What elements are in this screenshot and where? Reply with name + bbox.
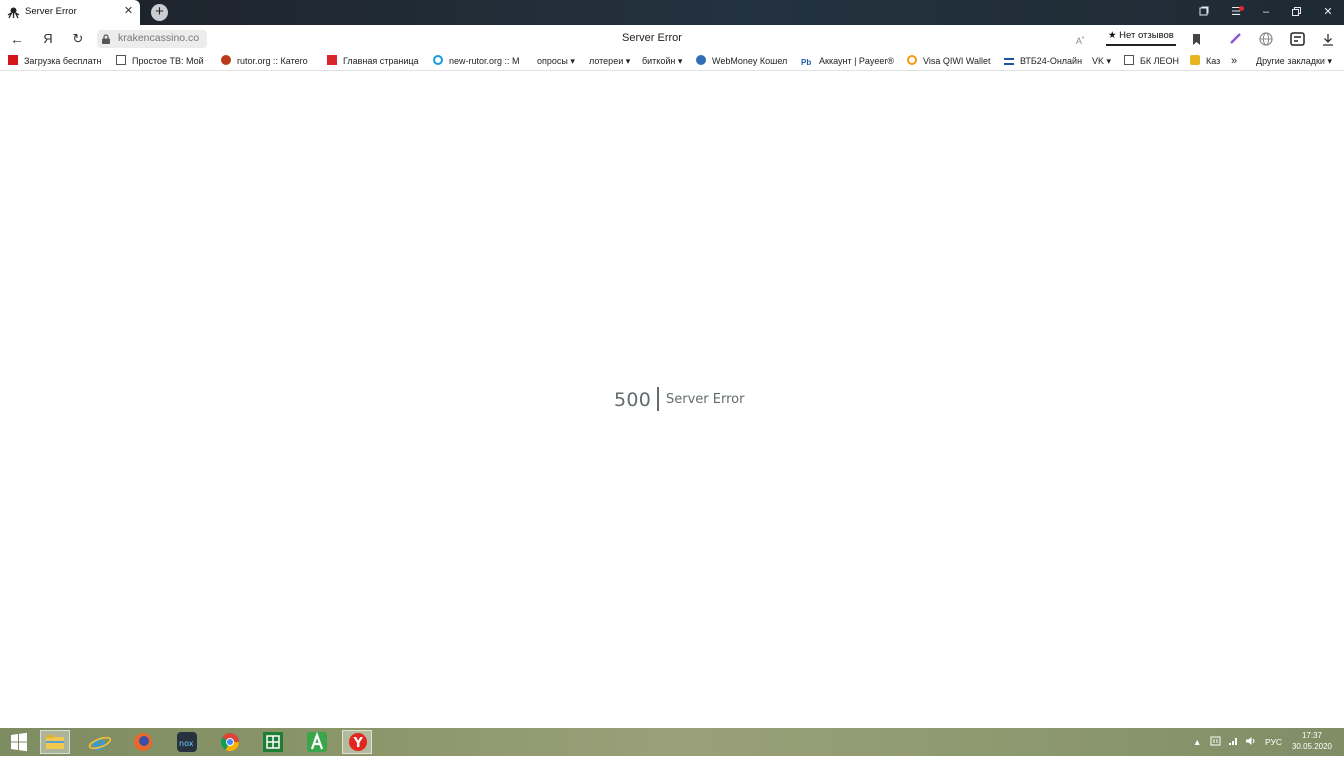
internet-explorer-icon[interactable]: e (85, 730, 115, 755)
bookmark-label: new-rutor.org :: М (449, 56, 520, 66)
tab-active[interactable]: Server Error ✕ (0, 0, 140, 25)
bookmark-folder-lotteries[interactable]: лотереи ▾ (589, 53, 633, 70)
clock[interactable]: 17:37 30.05.2020 (1290, 730, 1334, 752)
notification-dot (1239, 6, 1244, 11)
error-message: Server Error (666, 392, 745, 407)
payeer-icon: Pb (801, 58, 812, 67)
chrome-icon[interactable] (215, 730, 245, 754)
nox-icon[interactable]: nox (172, 730, 202, 754)
bookmark-label: WebMoney Кошел (712, 56, 788, 66)
adobe-icon (8, 55, 18, 65)
bookmark-label: Каз (1206, 56, 1221, 66)
bookmark-label: Загрузка бесплатн (24, 56, 102, 66)
excel-icon[interactable] (258, 730, 288, 754)
bookmark-folder-vk[interactable]: VK ▾ (1092, 53, 1116, 70)
clock-date: 30.05.2020 (1291, 742, 1333, 751)
bookmark-item[interactable]: Простое ТВ: Мой (116, 53, 208, 70)
bookmark-item[interactable]: Pb Аккаунт | Payeer® (801, 53, 895, 70)
bookmark-label: ВТБ24-Онлайн (1020, 56, 1083, 66)
bank-icon (327, 55, 337, 65)
bookmark-item[interactable]: WebMoney Кошел (696, 53, 789, 70)
svg-text:Y: Y (353, 736, 364, 751)
page-title: Server Error (622, 32, 682, 44)
bookmark-item[interactable]: Каз (1190, 53, 1222, 70)
extension-icon[interactable] (1286, 29, 1308, 49)
tabs-icon[interactable] (1190, 0, 1218, 25)
bookmark-label: VK ▾ (1092, 56, 1112, 66)
vtb-icon (1004, 58, 1014, 65)
clock-time: 17:37 (1301, 731, 1323, 740)
firefox-icon[interactable] (128, 730, 158, 754)
casino-icon (1190, 55, 1200, 65)
bookmark-item[interactable]: Visa QIWI Wallet (907, 53, 995, 70)
bookmark-item[interactable]: ВТБ24-Онлайн (1004, 53, 1084, 70)
back-arrow-icon[interactable]: ← (6, 29, 28, 49)
bookmark-item[interactable]: rutor.org :: Катего (221, 53, 314, 70)
bookmark-label: БК ЛЕОН (1140, 56, 1180, 66)
bookmark-icon[interactable] (1185, 29, 1207, 49)
volume-icon[interactable] (1245, 728, 1256, 756)
android-studio-icon[interactable] (302, 730, 332, 754)
bookmark-item[interactable]: Главная страница (327, 53, 421, 70)
menu-icon[interactable]: ☰ (1222, 0, 1250, 25)
error-divider (657, 387, 659, 411)
file-explorer-icon[interactable] (40, 730, 70, 754)
tray-expand-icon[interactable]: ▲ (1193, 728, 1201, 756)
qiwi-icon (907, 55, 917, 65)
bookmark-label: Аккаунт | Payeer® (819, 56, 895, 66)
bookmark-label: Visa QIWI Wallet (923, 56, 991, 66)
svg-text:nox: nox (179, 739, 194, 748)
yandex-logo-icon[interactable]: Я (37, 29, 59, 49)
bookmark-label: лотереи ▾ (589, 56, 631, 66)
new-tab-button[interactable]: + (151, 4, 168, 21)
network-icon[interactable] (1228, 728, 1239, 756)
page-icon (116, 55, 126, 65)
bookmark-label: биткойн ▾ (642, 56, 683, 66)
bookmark-label: Главная страница (343, 56, 419, 66)
error-code: 500 (614, 389, 652, 411)
url-text[interactable]: krakencassino.co (118, 32, 199, 44)
tab-strip: Server Error ✕ + ☰ – ✕ (0, 0, 1344, 25)
reload-icon[interactable]: ↻ (67, 29, 89, 49)
page-icon (1124, 55, 1134, 65)
globe-icon[interactable] (1255, 29, 1277, 49)
browser-toolbar: ← Я ↻ krakencassino.co Server Error Aᵃ ★… (0, 25, 1344, 53)
bookmark-folder-bitcoin[interactable]: биткойн ▾ (642, 53, 688, 70)
more-bookmarks-button[interactable]: » (1231, 53, 1243, 70)
bookmark-label: опросы ▾ (537, 56, 575, 66)
yandex-browser-icon[interactable]: Y (342, 730, 372, 754)
bookmark-item[interactable]: Загрузка бесплатн (8, 53, 104, 70)
reviews-button[interactable]: ★ Нет отзывов (1106, 30, 1176, 46)
bookmark-folder-polls[interactable]: опросы ▾ (537, 53, 581, 70)
bookmark-label: rutor.org :: Катего (237, 56, 308, 66)
bookmark-label: Простое ТВ: Мой (132, 56, 204, 66)
windows-taskbar: e nox Y ▲ РУС 17:37 30.05.2020 (0, 728, 1344, 756)
kraken-icon (7, 7, 20, 19)
tray-device-icon[interactable] (1210, 728, 1221, 756)
language-indicator[interactable]: РУС (1265, 728, 1282, 756)
rutor-icon (221, 55, 231, 65)
tab-title: Server Error (25, 6, 77, 17)
bookmarks-bar: Загрузка бесплатн Простое ТВ: Мой rutor.… (0, 53, 1344, 71)
page-content: 500 Server Error (0, 72, 1344, 728)
rutor-new-icon (433, 55, 443, 65)
close-window-icon[interactable]: ✕ (1314, 0, 1342, 25)
windows-start-icon[interactable] (4, 730, 34, 754)
webmoney-icon (696, 55, 706, 65)
other-bookmarks-folder[interactable]: Другие закладки ▾ (1256, 53, 1338, 70)
bookmark-item[interactable]: БК ЛЕОН (1124, 53, 1180, 70)
svg-text:e: e (93, 731, 106, 754)
bookmark-item[interactable]: new-rutor.org :: М (433, 53, 525, 70)
close-tab-icon[interactable]: ✕ (122, 5, 135, 18)
minimize-icon[interactable]: – (1252, 0, 1280, 25)
translate-icon[interactable]: Aᵃ (1069, 29, 1091, 49)
pen-icon[interactable] (1224, 29, 1246, 49)
restore-icon[interactable] (1282, 0, 1310, 25)
download-icon[interactable] (1317, 29, 1339, 49)
lock-icon (102, 34, 110, 44)
